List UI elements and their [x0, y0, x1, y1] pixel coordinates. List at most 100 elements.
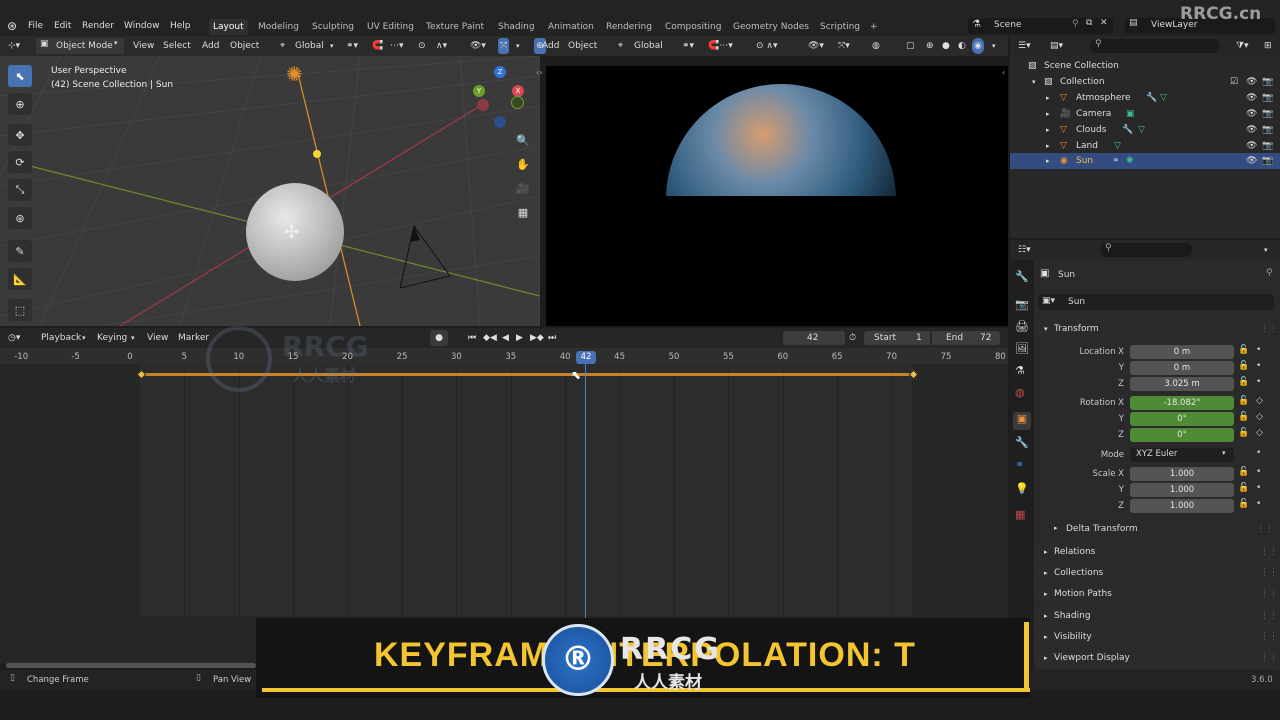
eye-icon[interactable]: 👁 [1246, 90, 1257, 106]
stopwatch-icon[interactable]: ⏱ [849, 330, 856, 346]
drag-handle-icon[interactable]: ⋮⋮ [1260, 320, 1278, 338]
collections-panel-header[interactable]: ▸ Collections ⋮⋮ [1038, 564, 1278, 582]
outliner-item-land[interactable]: ▸ ▽ Land ▽ 👁 📷 [1010, 138, 1280, 154]
location-z-field[interactable]: 3.025 m [1130, 377, 1234, 391]
render-viewport[interactable] [546, 66, 1008, 326]
camera-render-icon[interactable]: 📷 [1262, 122, 1273, 138]
end-frame-field[interactable]: End 72 [932, 331, 1000, 345]
menu-add-render[interactable]: Add [542, 38, 559, 54]
pivot-icon[interactable]: ⚭▾ [682, 38, 694, 54]
tab-modeling[interactable]: Modeling [254, 19, 303, 35]
visibility-panel-header[interactable]: ▸ Visibility ⋮⋮ [1038, 628, 1278, 646]
shading-dropdown-icon[interactable]: ▾ [992, 38, 996, 54]
tab-compositing[interactable]: Compositing [661, 19, 725, 35]
menu-edit[interactable]: Edit [54, 18, 71, 34]
add-workspace-button[interactable]: + [866, 19, 882, 35]
keyframe-dot-icon[interactable]: • [1256, 483, 1261, 493]
drag-handle-icon[interactable]: ⋮⋮ [1256, 524, 1274, 534]
gizmo-y-axis[interactable]: Y [473, 85, 485, 97]
orientation-dropdown[interactable]: Global [295, 38, 324, 54]
properties-search-input[interactable]: ⚲ [1100, 243, 1192, 257]
keyframe-diamond-icon[interactable]: ◇ [1256, 412, 1263, 422]
keyframe-diamond-icon[interactable]: ◇ [1256, 396, 1263, 406]
eye-icon[interactable]: 👁 [1246, 74, 1257, 90]
camera-view-button[interactable]: 🎥 [513, 178, 533, 198]
checkbox-icon[interactable]: ☑ [1230, 74, 1238, 90]
scene-selector[interactable]: ⚗ Scene ⚲ ⧉ ✕ [968, 18, 1113, 34]
snap-target-icon[interactable]: ⋯▾ [390, 38, 404, 54]
outliner-search-input[interactable]: ⚲ [1090, 39, 1220, 53]
keyframe-diamond-icon[interactable]: ◇ [1256, 428, 1263, 438]
tab-rendering[interactable]: Rendering [602, 19, 656, 35]
viewport-display-panel-header[interactable]: ▸ Viewport Display ⋮⋮ [1038, 649, 1278, 667]
overlay-icon[interactable]: ◍ [872, 38, 880, 54]
gizmo-toggle-icon[interactable]: ⤧ [498, 38, 510, 54]
proportional-edit-icon[interactable]: ⊙ ∧▾ [756, 38, 778, 54]
timeline-area[interactable] [0, 348, 1008, 664]
editor-type-icon[interactable]: ⊹▾ [8, 38, 20, 54]
data-tab-icon[interactable]: 💡 [1015, 482, 1029, 495]
lock-icon[interactable]: 🔓 [1238, 428, 1249, 438]
menu-help[interactable]: Help [170, 18, 191, 34]
camera-render-icon[interactable]: 📷 [1262, 138, 1273, 154]
camera-render-icon[interactable]: 📷 [1262, 90, 1273, 106]
tab-texture-paint[interactable]: Texture Paint [422, 19, 488, 35]
expand-arrow-icon[interactable]: ▾ [1032, 74, 1036, 90]
transform-tool[interactable]: ⊛ [8, 207, 32, 229]
motion-paths-panel-header[interactable]: ▸ Motion Paths ⋮⋮ [1038, 585, 1278, 603]
keyframe-dot-icon[interactable]: • [1256, 345, 1261, 355]
relations-panel-header[interactable]: ▸ Relations ⋮⋮ [1038, 543, 1278, 561]
scale-tool[interactable]: ⤡ [8, 179, 32, 201]
shading-panel-header[interactable]: ▸ Shading ⋮⋮ [1038, 607, 1278, 625]
play-reverse-icon[interactable]: ◀ [502, 330, 509, 346]
rotation-z-field[interactable]: 0° [1130, 428, 1234, 442]
new-collection-icon[interactable]: ⊞ [1264, 38, 1272, 54]
display-mode-icon[interactable]: ▤▾ [1050, 38, 1063, 54]
current-frame-field[interactable]: 42 [783, 331, 845, 345]
solid-shading-icon[interactable]: ● [942, 38, 950, 54]
lock-icon[interactable]: 🔓 [1238, 499, 1249, 509]
eye-icon[interactable]: 👁 [1246, 122, 1257, 138]
menu-file[interactable]: File [28, 18, 43, 34]
cursor-tool[interactable]: ⊕ [8, 93, 32, 115]
menu-select[interactable]: Select [163, 38, 191, 54]
snap-icon[interactable]: 🧲⋯▾ [708, 38, 733, 54]
jump-start-icon[interactable]: ⏮ [468, 330, 476, 346]
gizmo-dropdown-icon[interactable]: ▾ [516, 38, 520, 54]
playhead-frame-badge[interactable]: 42 [576, 351, 596, 364]
lock-icon[interactable]: 🔓 [1238, 377, 1249, 387]
gizmo-neg-x[interactable] [477, 99, 489, 111]
expand-arrow-icon[interactable]: ▸ [1046, 90, 1050, 106]
timeline-editor-icon[interactable]: ◷▾ [8, 330, 20, 346]
lock-icon[interactable]: 🔓 [1238, 396, 1249, 406]
auto-keying-button[interactable]: ● [430, 330, 448, 346]
drag-handle-icon[interactable]: ⋮⋮ [1260, 607, 1278, 625]
lock-icon[interactable]: 🔓 [1238, 361, 1249, 371]
keyframe-dot-icon[interactable]: • [1256, 361, 1261, 371]
material-shading-icon[interactable]: ◐ [958, 38, 966, 54]
camera-render-icon[interactable]: 📷 [1262, 74, 1273, 90]
menu-window[interactable]: Window [124, 18, 160, 34]
sun-target-dot[interactable] [313, 150, 321, 158]
tab-scripting[interactable]: Scripting [816, 19, 864, 35]
measure-tool[interactable]: 📐 [8, 268, 32, 290]
view-layer-tab-icon[interactable]: 🖼 [1015, 342, 1029, 355]
proportional-edit-icon[interactable]: ⊙ [418, 38, 426, 54]
gizmo-icon[interactable]: ⤧▾ [838, 38, 850, 54]
sun-light-icon[interactable]: ✺ [286, 62, 303, 86]
menu-marker[interactable]: Marker [178, 330, 209, 346]
blender-logo-icon[interactable]: ⊛ [7, 19, 17, 33]
falloff-icon[interactable]: ∧▾ [436, 38, 447, 54]
object-name-field[interactable]: ▣▾ Sun [1038, 294, 1274, 310]
gizmo-neg-z[interactable] [494, 116, 506, 128]
lock-icon[interactable]: 🔓 [1238, 483, 1249, 493]
menu-object-render[interactable]: Object [568, 38, 597, 54]
object-tab-icon[interactable]: ▣ [1013, 412, 1031, 430]
menu-playback[interactable]: Playback [41, 330, 81, 346]
tab-uv-editing[interactable]: UV Editing [363, 19, 418, 35]
delta-transform-subpanel[interactable]: ▸ Delta Transform ⋮⋮ [1048, 522, 1274, 538]
output-tab-icon[interactable]: 🖨 [1015, 320, 1029, 333]
play-icon[interactable]: ▶ [516, 330, 523, 346]
outliner-scene-collection[interactable]: ▨ Scene Collection [1010, 58, 1280, 74]
delete-scene-icon[interactable]: ✕ [1100, 18, 1108, 28]
